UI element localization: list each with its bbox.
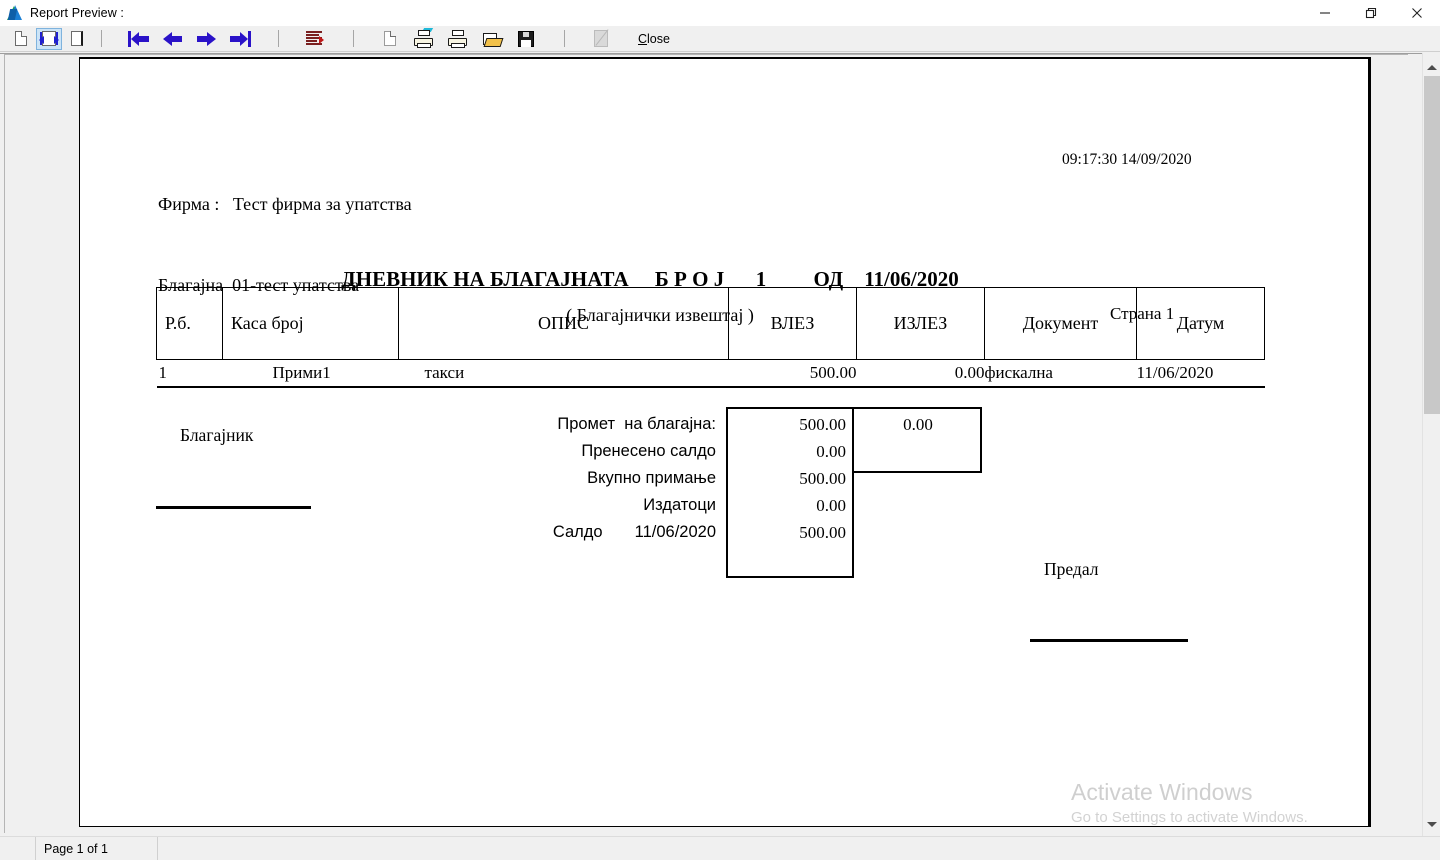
print-setup-button[interactable] <box>411 28 437 50</box>
toolbar-separator-3 <box>353 30 354 47</box>
window-title: Report Preview : <box>30 5 124 20</box>
summary-rows: Промет на благајна: 500.00 Пренесено сал… <box>410 411 854 546</box>
status-cell-rest <box>158 837 1440 860</box>
report-page: Фирма : Тест фирма за упатства Благајна … <box>79 57 1371 827</box>
cell-dokument: фискална <box>984 359 1137 388</box>
preview-area: Фирма : Тест фирма за упатства Благајна … <box>0 53 1440 836</box>
save-file-button[interactable] <box>513 28 539 50</box>
summary-value: 500.00 <box>799 414 846 434</box>
toolbar: Close <box>0 26 1440 52</box>
floppy-save-icon <box>518 30 534 47</box>
chevron-down-icon <box>1427 821 1437 827</box>
col-header-vlez: ВЛЕЗ <box>728 287 857 360</box>
goto-lines-icon <box>306 31 324 46</box>
close-button[interactable] <box>1394 0 1440 26</box>
col-header-opis: ОПИС <box>398 287 729 360</box>
maximize-button[interactable] <box>1348 0 1394 26</box>
summary-row: Салдо 11/06/2020 500.00 <box>410 519 854 546</box>
printer-setup-icon <box>414 28 434 48</box>
vertical-scrollbar[interactable] <box>1422 53 1440 836</box>
close-accesskey: C <box>638 31 648 46</box>
fit-width-view-button[interactable] <box>36 27 62 50</box>
previous-page-button[interactable] <box>159 28 185 50</box>
scroll-down-button[interactable] <box>1423 815 1440 833</box>
summary-label: Промет на благајна: <box>557 415 716 433</box>
status-cell-empty <box>0 836 36 860</box>
journal-table-wrap: Р.б. Каса број ОПИС ВЛЕЗ ИЗЛЕЗ Документ … <box>156 287 1265 388</box>
first-page-button[interactable] <box>125 28 151 50</box>
col-header-kasa: Каса број <box>222 287 399 360</box>
app-logo-icon <box>7 4 23 21</box>
goto-page-button[interactable] <box>302 28 328 50</box>
col-header-dokument: Документ <box>984 287 1137 360</box>
print-button[interactable] <box>445 28 471 50</box>
status-bar: Page 1 of 1 <box>0 836 1440 860</box>
printer-icon <box>448 30 468 48</box>
cell-vlez: 500.00 <box>728 359 857 388</box>
summary-value: 500.00 <box>799 522 846 542</box>
table-row: 1 Прими1 такси 500.00 0.00 фискална 11/0… <box>156 359 1265 388</box>
preview-canvas[interactable]: Фирма : Тест фирма за упатства Благајна … <box>4 54 1408 833</box>
next-page-button[interactable] <box>193 28 219 50</box>
toolbar-separator-1 <box>101 30 102 47</box>
cell-rb: 1 <box>156 359 223 388</box>
summary-label: Вкупно примање <box>587 469 716 487</box>
handover-signature-line <box>1030 639 1188 642</box>
summary-row: Вкупно примање 500.00 <box>410 465 854 492</box>
cell-datum: 11/06/2020 <box>1136 359 1265 388</box>
folder-open-icon <box>482 31 503 47</box>
copy-page-button[interactable] <box>377 28 403 50</box>
report-content: Фирма : Тест фирма за упатства Благајна … <box>80 59 1368 826</box>
cell-opis: такси <box>398 359 729 388</box>
col-header-rb: Р.б. <box>156 287 223 360</box>
summary-label: Салдо 11/06/2020 <box>552 523 716 541</box>
close-preview-button[interactable]: Close <box>638 32 670 46</box>
report-timestamp: 09:17:30 14/09/2020 <box>1062 151 1192 168</box>
summary-row: Промет на благајна: 500.00 <box>410 411 854 438</box>
cell-izlez: 0.00 <box>856 359 985 388</box>
firm-name-line: Фирма : Тест фирма за упатства <box>158 194 412 214</box>
scrollbar-track[interactable] <box>1424 414 1440 815</box>
scrollbar-thumb[interactable] <box>1424 76 1440 414</box>
toolbar-separator-2 <box>278 30 279 47</box>
summary-label: Пренесено салдо <box>581 442 716 460</box>
report-preview-window: Report Preview : Close Фирма: Тест фирм… <box>0 0 1440 860</box>
last-page-button[interactable] <box>227 28 253 50</box>
summary-value: 500.00 <box>799 468 846 488</box>
whole-page-view-button[interactable] <box>64 28 90 50</box>
table-header-row: Р.б. Каса број ОПИС ВЛЕЗ ИЗЛЕЗ Документ … <box>156 287 1265 360</box>
toolbar-separator-4 <box>564 30 565 47</box>
summary-value: 0.00 <box>816 441 846 461</box>
summary-row: Пренесено салдо 0.00 <box>410 438 854 465</box>
window-controls <box>1302 0 1440 26</box>
chevron-up-icon <box>1427 64 1437 70</box>
col-header-izlez: ИЗЛЕЗ <box>856 287 985 360</box>
close-label-rest: lose <box>647 31 670 46</box>
single-page-view-button[interactable] <box>8 28 34 50</box>
export-disabled-icon <box>594 29 609 47</box>
cell-kasa: Прими1 <box>222 359 399 388</box>
cashier-label: Благајник <box>180 425 254 445</box>
open-file-button[interactable] <box>479 28 505 50</box>
summary-value: 0.00 <box>816 495 846 515</box>
scroll-up-button[interactable] <box>1423 58 1440 76</box>
title-bar: Report Preview : <box>0 0 1440 26</box>
summary-row: Издатоци 0.00 <box>410 492 854 519</box>
status-page-info: Page 1 of 1 <box>36 836 158 860</box>
export-button <box>588 28 614 50</box>
summary-outgoing-value: 0.00 <box>903 414 933 434</box>
minimize-button[interactable] <box>1302 0 1348 26</box>
handover-label: Предал <box>1044 559 1099 579</box>
summary-label: Издатоци <box>643 496 716 514</box>
cashier-signature-line <box>156 506 311 509</box>
col-header-datum: Датум <box>1136 287 1265 360</box>
journal-table: Р.б. Каса број ОПИС ВЛЕЗ ИЗЛЕЗ Документ … <box>156 287 1265 388</box>
